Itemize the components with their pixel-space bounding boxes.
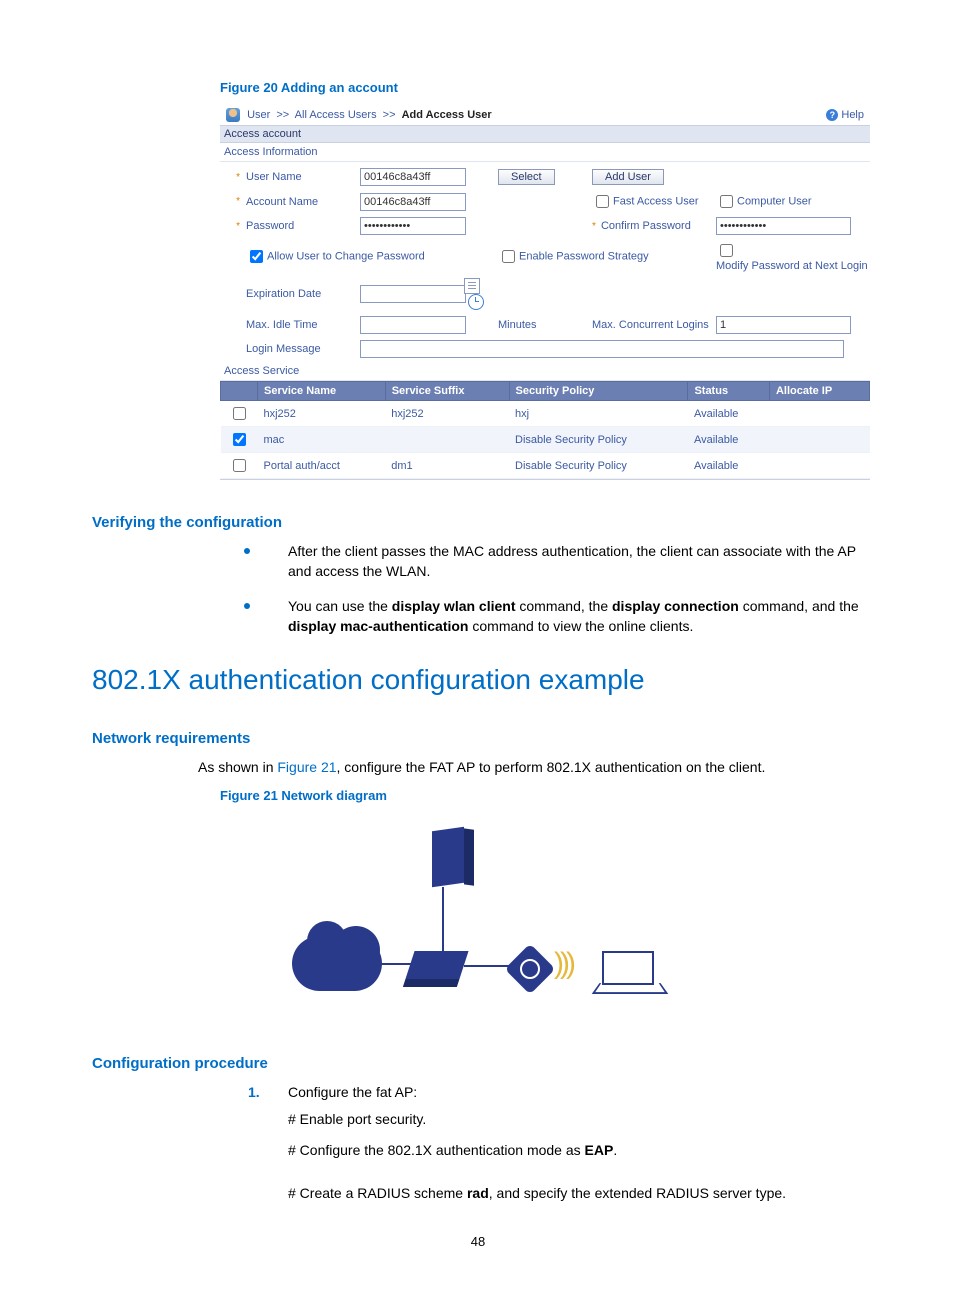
table-row: hxj252hxj252hxjAvailable <box>221 401 870 427</box>
select-button[interactable]: Select <box>498 169 555 185</box>
fast-access-label: Fast Access User <box>613 195 699 207</box>
step-1: Configure the fat AP: # Enable port secu… <box>240 1082 864 1130</box>
breadcrumb-root[interactable]: User <box>247 109 270 121</box>
concurrent-label: Max. Concurrent Logins <box>592 319 712 331</box>
row-checkbox[interactable] <box>233 459 246 472</box>
login-msg-input[interactable] <box>360 340 844 358</box>
figure-21-caption: Figure 21 Network diagram <box>220 788 864 803</box>
user-name-label: User Name <box>246 171 356 183</box>
clock-icon[interactable] <box>468 294 484 310</box>
login-msg-label: Login Message <box>246 343 356 355</box>
verifying-heading: Verifying the configuration <box>92 514 864 531</box>
add-account-screenshot: User >> All Access Users >> Add Access U… <box>220 105 870 480</box>
ap-icon <box>505 944 556 995</box>
breadcrumb-mid[interactable]: All Access Users <box>295 109 377 121</box>
required-icon: * <box>224 221 242 232</box>
confirm-password-input[interactable] <box>716 217 851 235</box>
enable-strategy-checkbox[interactable] <box>502 250 515 263</box>
main-heading: 802.1X authentication configuration exam… <box>92 664 864 696</box>
idle-unit: Minutes <box>498 319 588 331</box>
figure-20-caption: Figure 20 Adding an account <box>220 80 864 95</box>
laptop-icon <box>602 951 654 985</box>
account-name-input[interactable] <box>360 193 466 211</box>
page-number: 48 <box>92 1234 864 1249</box>
computer-user-checkbox[interactable] <box>720 195 733 208</box>
switch-icon <box>405 951 468 979</box>
breadcrumb: User >> All Access Users >> Add Access U… <box>226 108 492 122</box>
help-link[interactable]: ?Help <box>826 109 864 121</box>
user-name-input[interactable] <box>360 168 466 186</box>
col-service-suffix: Service Suffix <box>385 382 509 401</box>
allow-change-label: Allow User to Change Password <box>267 250 425 262</box>
col-status: Status <box>688 382 770 401</box>
modify-next-label: Modify Password at Next Login <box>716 260 868 272</box>
idle-label: Max. Idle Time <box>246 319 356 331</box>
password-input[interactable] <box>360 217 466 235</box>
confirm-password-label: Confirm Password <box>601 220 691 232</box>
server-icon <box>432 827 464 887</box>
password-label: Password <box>246 220 356 232</box>
col-security-policy: Security Policy <box>509 382 688 401</box>
expiration-label: Expiration Date <box>246 288 356 300</box>
network-diagram: ))) <box>292 821 652 1021</box>
expiration-input[interactable] <box>360 285 466 303</box>
network-req-text: As shown in Figure 21, configure the FAT… <box>198 757 864 778</box>
user-icon <box>226 108 240 122</box>
list-item: You can use the display wlan client comm… <box>244 596 864 637</box>
help-icon: ? <box>826 109 838 121</box>
account-name-label: Account Name <box>246 196 356 208</box>
service-table: Service Name Service Suffix Security Pol… <box>220 381 870 479</box>
concurrent-input[interactable] <box>716 316 851 334</box>
col-service-name: Service Name <box>258 382 386 401</box>
table-row: Portal auth/acctdm1Disable Security Poli… <box>221 453 870 479</box>
computer-user-label: Computer User <box>737 195 812 207</box>
add-user-button[interactable]: Add User <box>592 169 664 185</box>
step-1c: # Create a RADIUS scheme rad, and specif… <box>288 1183 864 1204</box>
breadcrumb-leaf: Add Access User <box>402 109 492 121</box>
row-checkbox[interactable] <box>233 407 246 420</box>
panel-title: Access account <box>220 125 870 143</box>
required-icon: * <box>224 172 242 183</box>
figure-21-link[interactable]: Figure 21 <box>277 759 336 775</box>
config-procedure-heading: Configuration procedure <box>92 1055 864 1072</box>
row-checkbox[interactable] <box>233 433 246 446</box>
modify-next-checkbox[interactable] <box>720 244 733 257</box>
table-row: macDisable Security PolicyAvailable <box>221 427 870 453</box>
network-req-heading: Network requirements <box>92 730 864 747</box>
access-service-header: Access Service <box>220 362 870 381</box>
fast-access-checkbox[interactable] <box>596 195 609 208</box>
calendar-icon[interactable] <box>464 278 480 294</box>
access-info-header: Access Information <box>220 143 870 162</box>
col-allocate-ip: Allocate IP <box>769 382 869 401</box>
idle-input[interactable] <box>360 316 466 334</box>
enable-strategy-label: Enable Password Strategy <box>519 250 649 262</box>
cloud-icon <box>292 936 382 991</box>
wifi-waves-icon: ))) <box>554 947 572 981</box>
step-1b: # Configure the 802.1X authentication mo… <box>288 1140 864 1161</box>
list-item: After the client passes the MAC address … <box>244 541 864 582</box>
required-icon: * <box>224 196 242 207</box>
allow-change-checkbox[interactable] <box>250 250 263 263</box>
